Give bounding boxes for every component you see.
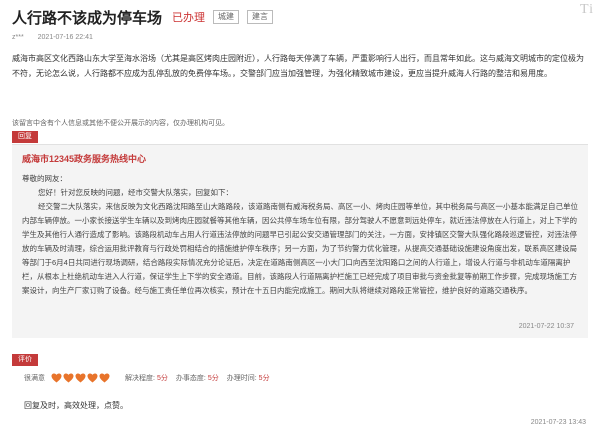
tag-suggestion[interactable]: 建言 bbox=[247, 10, 274, 24]
page-title: 人行路不该成为停车场 bbox=[12, 9, 163, 27]
tag-urban-construction[interactable]: 城建 bbox=[213, 10, 240, 24]
reply-time: 2021-07-22 10:37 bbox=[518, 323, 574, 330]
score-attitude-label: 办事态度: bbox=[175, 375, 206, 382]
evaluation-comment: 回复及时，高效处理，点赞。 bbox=[24, 401, 128, 410]
reply-body: 尊敬的网友： 您好！针对您反映的问题，经市交警大队落实，回复如下： 经交警二大队… bbox=[22, 172, 582, 298]
reply-org: 威海市12345政务服务热线中心 bbox=[22, 154, 147, 164]
satisfaction-label: 很满意 bbox=[24, 375, 45, 382]
score-attitude-value: 5分 bbox=[207, 375, 219, 382]
heart-icon bbox=[99, 373, 110, 383]
score-resolve-value: 5分 bbox=[156, 375, 168, 382]
reply-label: 回复 bbox=[12, 131, 38, 143]
score-resolve-label: 解决程度: bbox=[125, 375, 155, 382]
heart-icon bbox=[75, 373, 86, 383]
reply-greeting: 尊敬的网友： bbox=[22, 174, 67, 183]
heart-icon bbox=[63, 373, 74, 383]
reply-para-2: 经交警二大队落实，来信反映为文化西路沈阳路至山大路路段，该道路南侧有威海税务局、… bbox=[22, 202, 578, 295]
rating-hearts bbox=[51, 373, 111, 383]
score-time-value: 5分 bbox=[258, 375, 270, 382]
post-content: 威海市高区文化西路山东大学至海水浴场（尤其是高区烤肉庄园附近），人行路每天停满了… bbox=[12, 54, 584, 78]
title-row: 人行路不该成为停车场 已办理 城建 建言 bbox=[12, 6, 588, 28]
reply-para-1: 您好！针对您反映的问题，经市交警大队落实，回复如下： bbox=[38, 188, 233, 197]
author-name: z*** bbox=[12, 34, 24, 41]
evaluation-row: 很满意 解决程度: 5分 办事态度: 5分 办理时间: 5分 bbox=[24, 373, 270, 383]
heart-icon bbox=[87, 373, 98, 383]
post-meta: z*** 2021-07-16 22:41 bbox=[12, 34, 105, 41]
privacy-notice: 该留言中含有个人信息或其他不便公开展示的内容，仅办理机构可见。 bbox=[12, 120, 229, 127]
site-logo: Ti bbox=[580, 2, 594, 17]
reply-box: 威海市12345政务服务热线中心 尊敬的网友： 您好！针对您反映的问题，经市交警… bbox=[12, 144, 588, 338]
evaluation-time: 2021-07-23 13:43 bbox=[530, 419, 586, 426]
post-date: 2021-07-16 22:41 bbox=[37, 34, 93, 41]
heart-icon bbox=[51, 373, 62, 383]
score-time-label: 办理时间: bbox=[226, 375, 257, 382]
status-badge: 已办理 bbox=[172, 12, 206, 24]
evaluation-label: 评价 bbox=[12, 354, 38, 366]
